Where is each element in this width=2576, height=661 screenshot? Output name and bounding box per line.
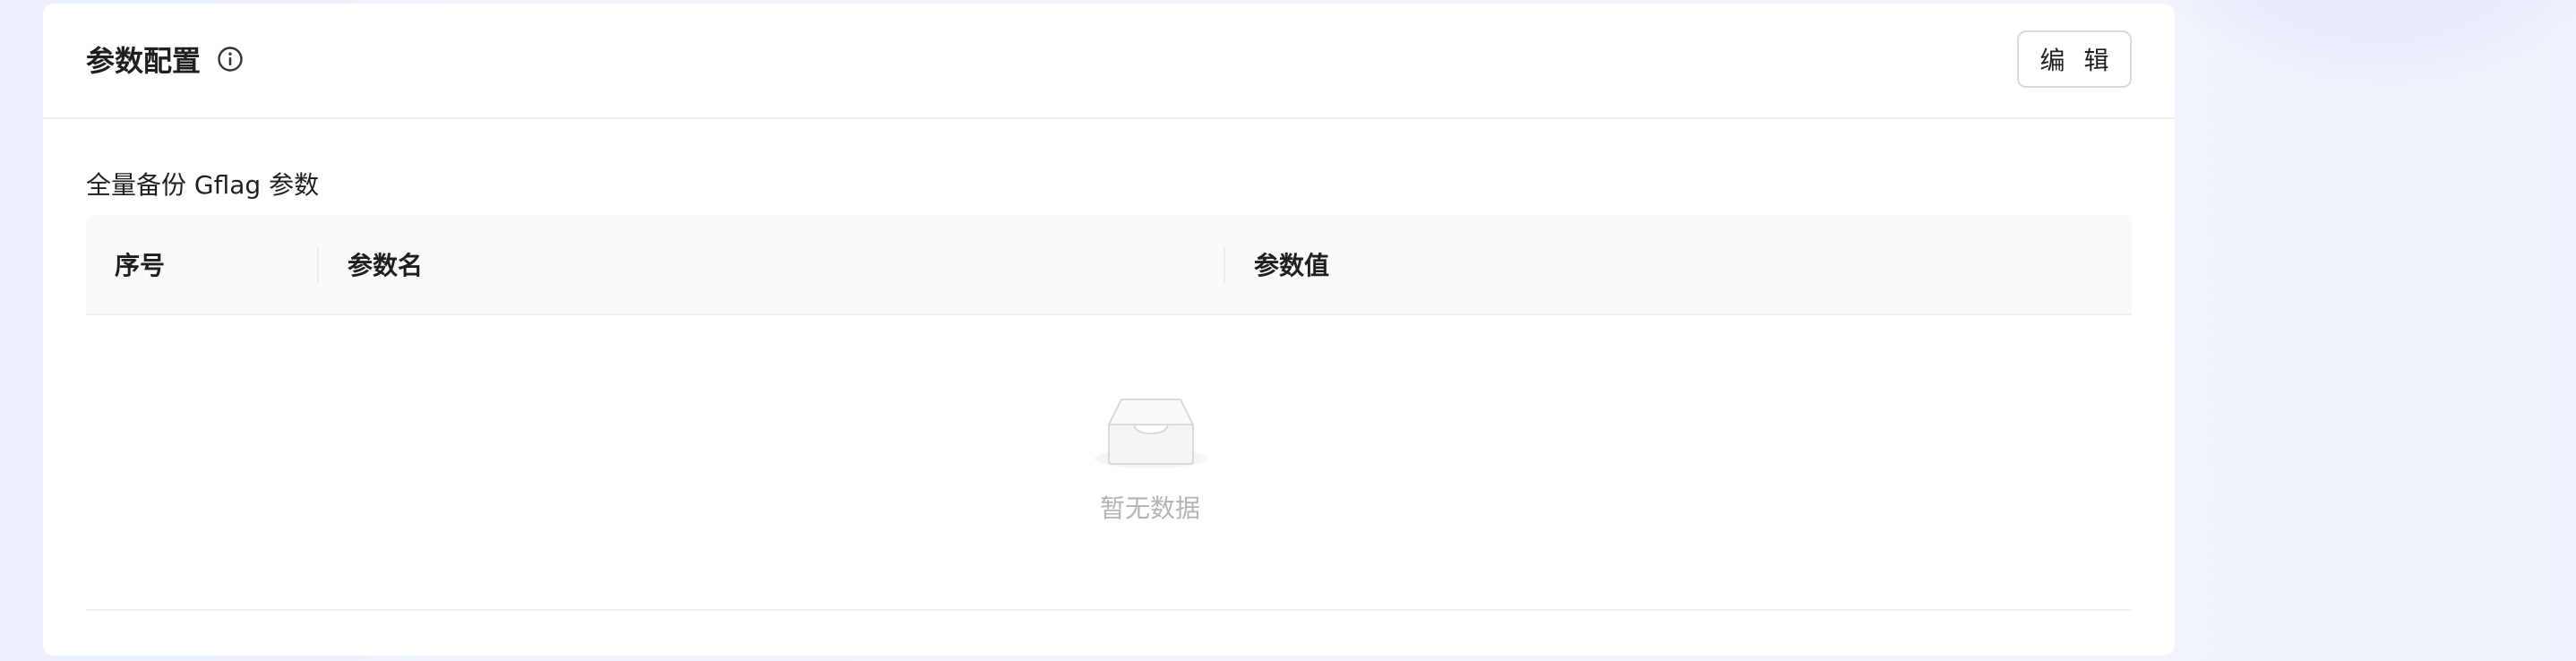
empty-text: 暂无数据	[1099, 494, 1200, 523]
card-title: 参数配置	[86, 43, 202, 78]
title-group: 参数配置	[86, 39, 244, 80]
table-empty-state: 暂无数据	[86, 315, 2132, 611]
parameter-config-card: 参数配置 编 辑 全量备份 Gflag 参数 序号 参数名 参数值 暂无数据	[43, 4, 2175, 656]
column-separator	[317, 247, 319, 283]
background-decoration	[2146, 0, 2576, 90]
table-header: 序号 参数名 参数值	[86, 215, 2132, 315]
column-header-param-value[interactable]: 参数值	[1254, 215, 1329, 313]
card-header: 参数配置 编 辑	[43, 4, 2175, 119]
column-separator	[1224, 247, 1225, 283]
gflag-params-table: 序号 参数名 参数值 暂无数据	[86, 215, 2132, 611]
column-header-param-name[interactable]: 参数名	[348, 215, 423, 313]
column-header-index[interactable]: 序号	[115, 215, 165, 313]
edit-button[interactable]: 编 辑	[2017, 30, 2132, 88]
empty-inbox-icon	[1095, 399, 1207, 468]
section-label: 全量备份 Gflag 参数	[86, 170, 320, 200]
info-icon[interactable]	[217, 46, 244, 73]
